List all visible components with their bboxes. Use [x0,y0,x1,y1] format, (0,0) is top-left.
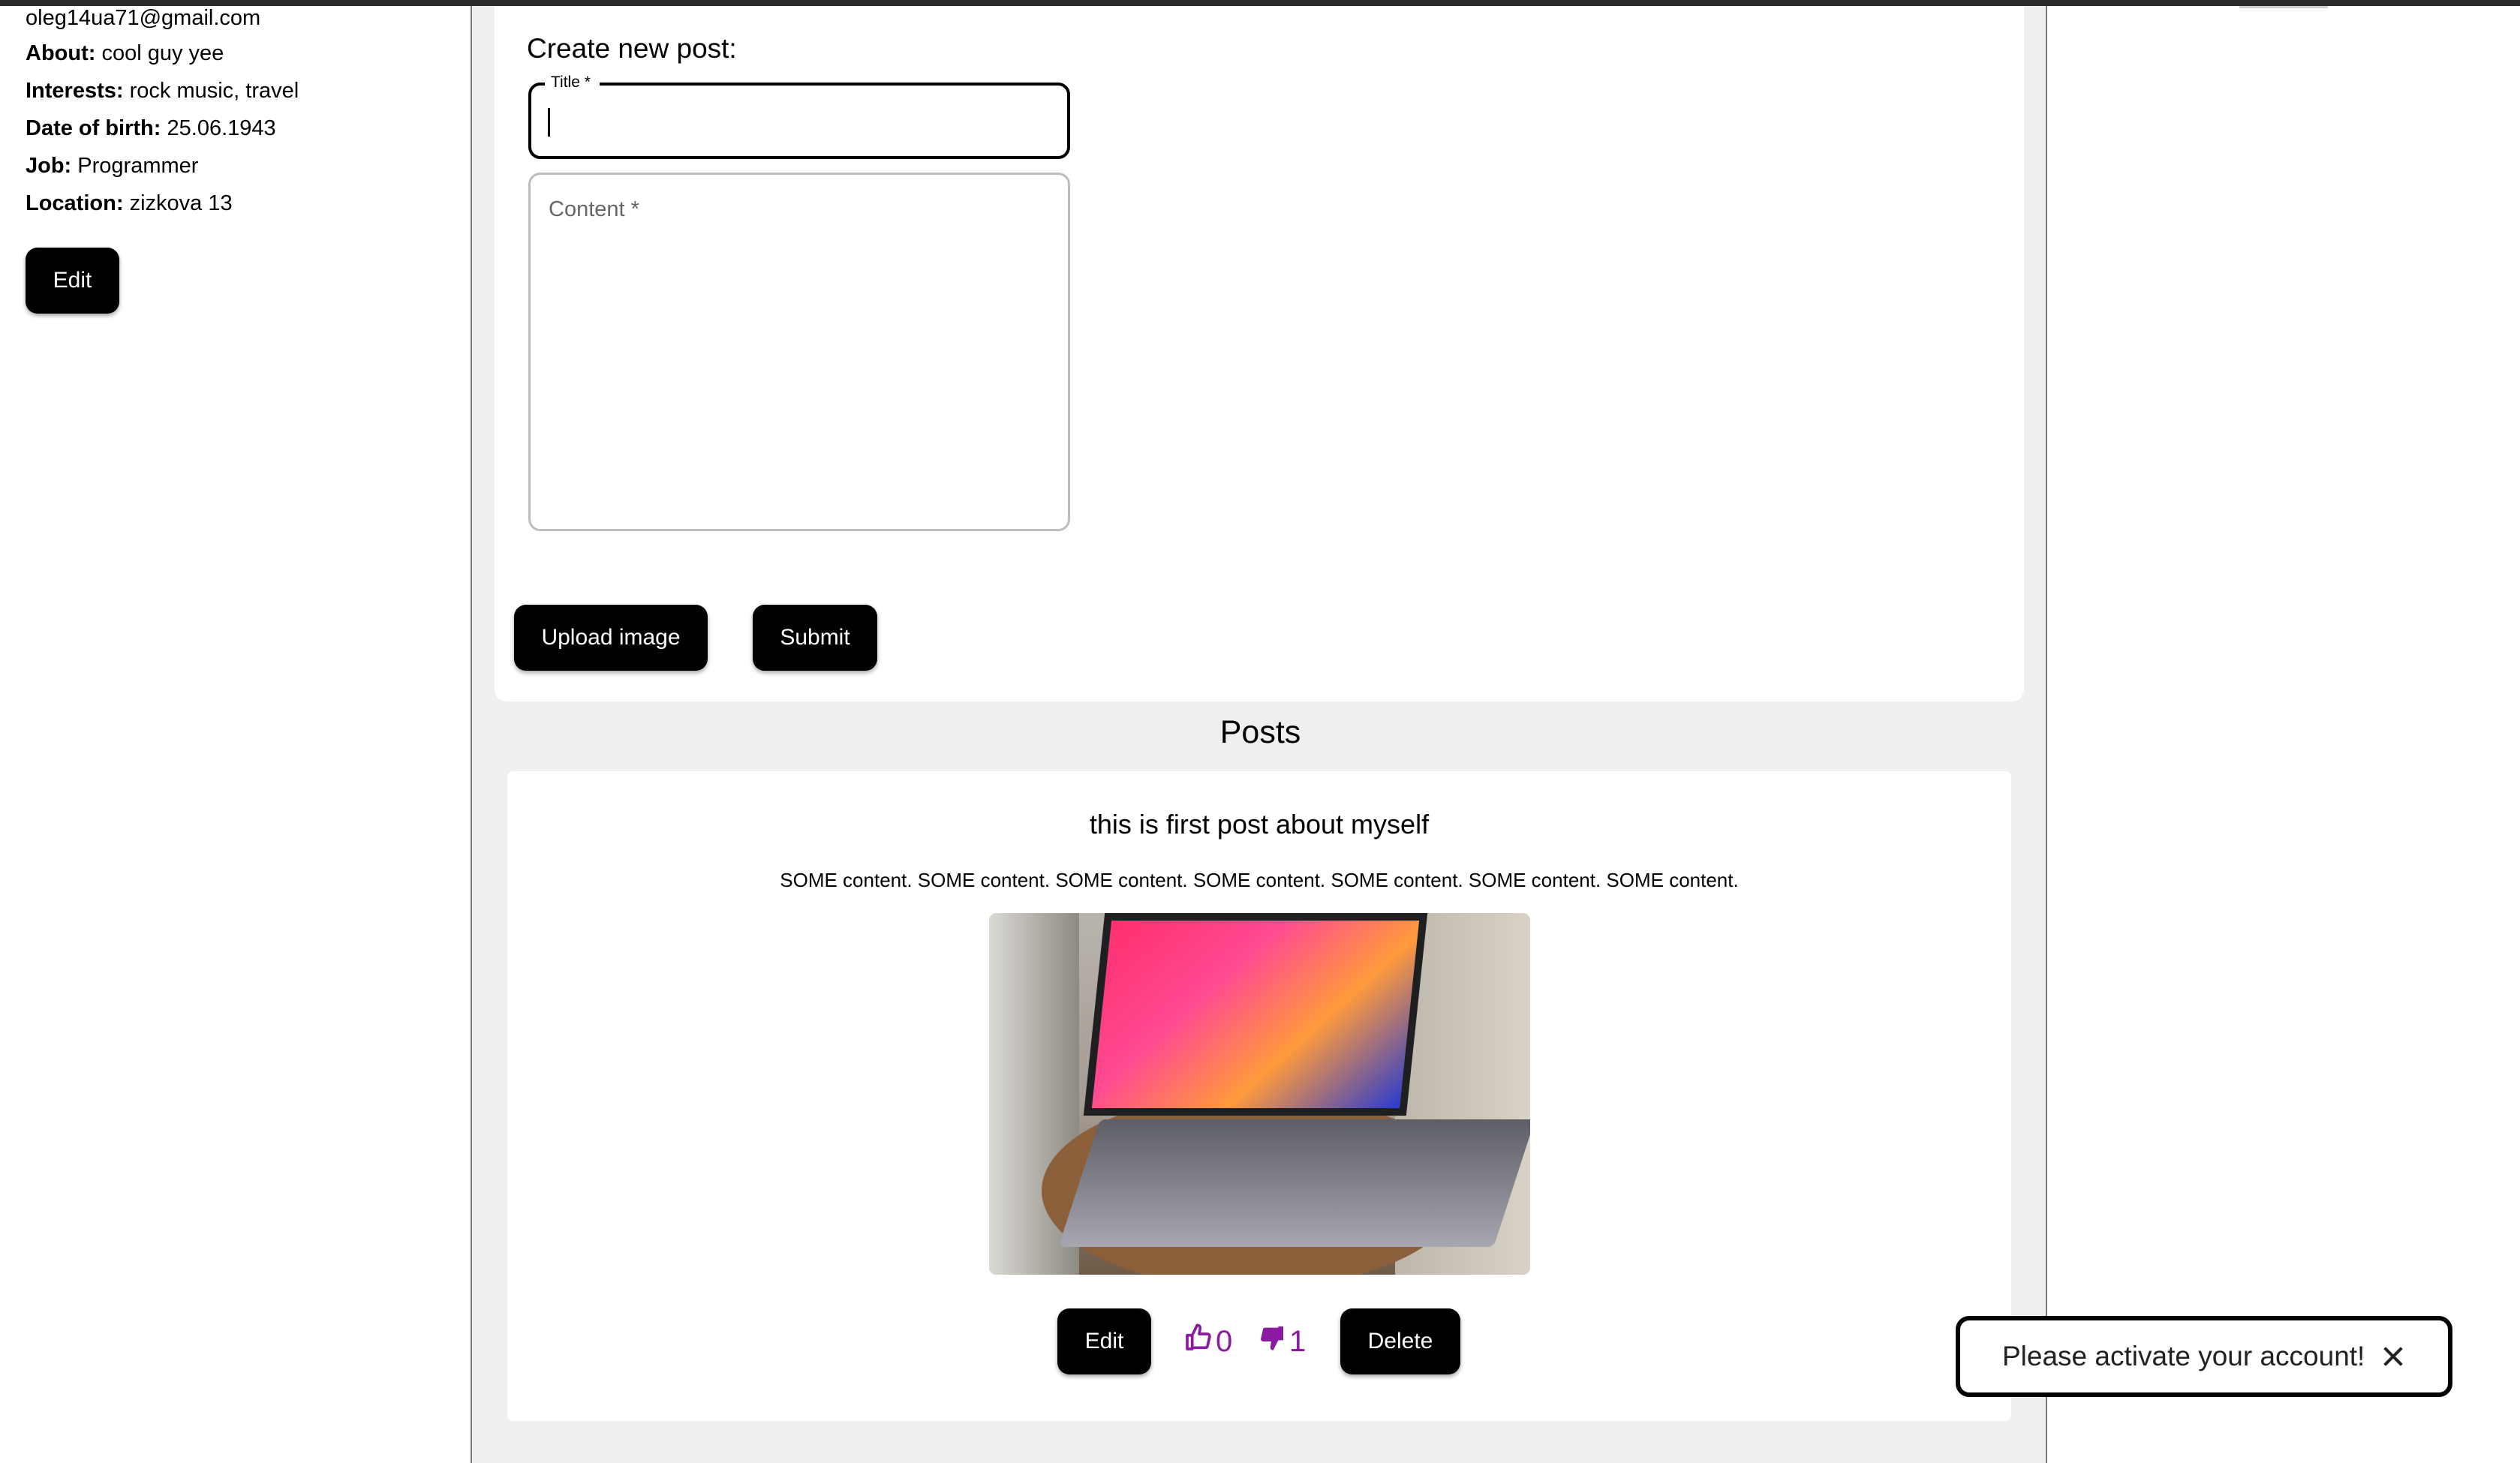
delete-post-button[interactable]: Delete [1340,1308,1460,1374]
dob-label: Date of birth: [26,116,161,140]
profile-interests: Interests: rock music, travel [26,72,461,110]
top-tab-indicator [2239,6,2328,8]
profile-job: Job: Programmer [26,147,461,185]
post-content: SOME content. SOME content. SOME content… [780,869,1739,891]
create-post-heading: Create new post: [527,33,737,64]
like-button[interactable]: 0 [1183,1323,1232,1359]
posts-heading: Posts [1219,714,1301,750]
image-laptop-screen [1083,913,1428,1116]
create-post-card: Create new post: Title * Content * Uploa… [495,6,2024,701]
post-card: this is first post about myself SOME con… [507,771,2011,1421]
profile-panel: oleg14ua71@gmail.com About: cool guy yee… [26,2,461,222]
content-placeholder: Content * [549,197,639,221]
main-column: Create new post: Title * Content * Uploa… [471,6,2047,1463]
interests-value: rock music, travel [129,79,299,103]
upload-image-button[interactable]: Upload image [514,605,708,671]
submit-button[interactable]: Submit [753,605,877,671]
text-caret [548,108,550,137]
thumbs-up-icon [1183,1323,1214,1360]
profile-email: oleg14ua71@gmail.com [26,6,261,30]
activation-toast: Please activate your account! [1956,1316,2452,1397]
title-label: Title * [545,74,600,92]
image-laptop-base [1058,1119,1530,1247]
dob-value: 25.06.1943 [167,116,276,140]
toast-message: Please activate your account! [2002,1341,2365,1371]
title-input[interactable]: Title * [528,74,1070,159]
post-image [989,913,1530,1275]
edit-profile-button[interactable]: Edit [26,248,119,314]
location-value: zizkova 13 [129,191,233,215]
location-label: Location: [26,191,124,215]
content-textarea[interactable]: Content * [528,173,1070,531]
edit-post-button[interactable]: Edit [1057,1308,1151,1374]
profile-dob: Date of birth: 25.06.1943 [26,110,461,147]
dislike-button[interactable]: 1 [1256,1323,1306,1359]
job-value: Programmer [77,154,199,178]
profile-location: Location: zizkova 13 [26,185,461,222]
post-actions: Edit 0 1 Delete [507,1308,2011,1374]
dislike-count: 1 [1289,1324,1307,1358]
job-label: Job: [26,154,72,178]
interests-label: Interests: [26,79,124,103]
close-icon[interactable] [2380,1343,2407,1370]
post-title: this is first post about myself [1089,809,1430,840]
about-label: About: [26,41,96,65]
about-value: cool guy yee [101,41,224,65]
thumbs-down-icon [1256,1323,1288,1360]
like-count: 0 [1216,1324,1233,1358]
profile-about: About: cool guy yee [26,35,461,72]
